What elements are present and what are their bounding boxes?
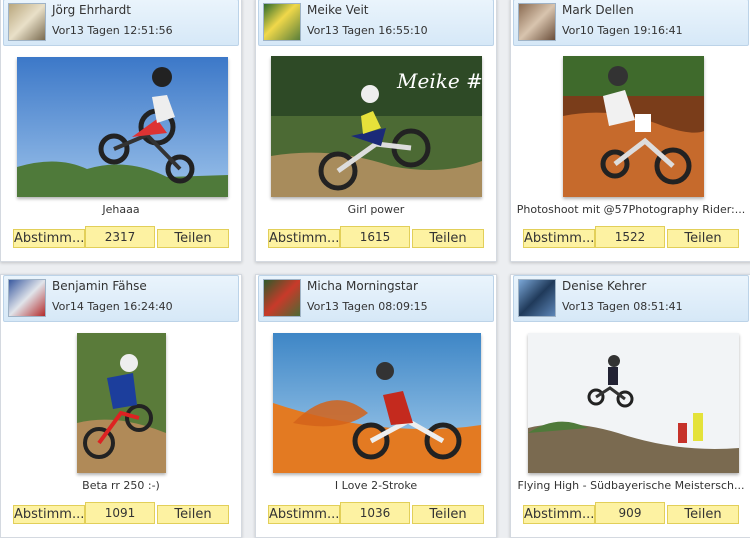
share-button[interactable]: Teilen [157,229,229,248]
vote-button[interactable]: Abstimm... [13,229,85,248]
vote-count-value: 1036 [359,506,391,520]
post-caption: Photoshoot mit @57Photography Rider:... [516,203,746,216]
post-photo[interactable] [563,56,704,197]
post-header: Jörg Ehrhardt Vor13 Tagen 12:51:56 [3,0,239,46]
vote-count: 1615 [340,226,410,248]
vote-button[interactable]: Abstimm... [13,505,85,524]
vote-count: 1036 [340,502,410,524]
vote-button[interactable]: Abstimm... [523,505,595,524]
post-card: Jörg Ehrhardt Vor13 Tagen 12:51:56 Jehaa… [0,0,242,262]
post-card: Meike Veit Vor13 Tagen 16:55:10 Meike #9… [255,0,497,262]
post-caption: Jehaaa [102,203,140,216]
share-button[interactable]: Teilen [667,505,739,524]
vote-count-value: 909 [618,506,642,520]
vote-button[interactable]: Abstimm... [523,229,595,248]
post-card: Mark Dellen Vor10 Tagen 19:16:41 Photosh… [510,0,750,262]
avatar[interactable] [8,279,46,317]
avatar[interactable] [518,3,556,41]
post-time: Vor13 Tagen 08:51:41 [562,300,683,313]
author-name[interactable]: Mark Dellen [562,3,634,17]
avatar[interactable] [8,3,46,41]
vote-count: 909 [595,502,665,524]
share-button[interactable]: Teilen [157,505,229,524]
vote-count: 1522 [595,226,665,248]
post-caption: I Love 2-Stroke [334,479,418,492]
author-name[interactable]: Meike Veit [307,3,369,17]
post-photo[interactable] [528,333,739,473]
share-button[interactable]: Teilen [412,229,484,248]
post-header: Benjamin Fähse Vor14 Tagen 16:24:40 [3,275,239,322]
post-card: Benjamin Fähse Vor14 Tagen 16:24:40 Beta… [0,274,242,538]
vote-count: 1091 [85,502,155,524]
author-name[interactable]: Denise Kehrer [562,279,646,293]
post-header: Mark Dellen Vor10 Tagen 19:16:41 [513,0,749,46]
author-name[interactable]: Jörg Ehrhardt [52,3,131,17]
post-header: Meike Veit Vor13 Tagen 16:55:10 [258,0,494,46]
avatar[interactable] [263,3,301,41]
post-card: Micha Morningstar Vor13 Tagen 08:09:15 I… [255,274,497,538]
vote-count-value: 2317 [104,230,136,244]
photo-watermark: Meike #93 [396,69,482,93]
post-photo[interactable] [17,57,228,197]
post-caption: Flying High - Südbayerische Meistersch..… [517,479,745,492]
vote-count-value: 1522 [614,230,646,244]
share-button[interactable]: Teilen [667,229,739,248]
post-photo[interactable] [273,333,481,473]
post-header: Denise Kehrer Vor13 Tagen 08:51:41 [513,275,749,322]
post-caption: Girl power [347,203,405,216]
author-name[interactable]: Micha Morningstar [307,279,418,293]
post-time: Vor13 Tagen 08:09:15 [307,300,428,313]
vote-button[interactable]: Abstimm... [268,229,340,248]
vote-button[interactable]: Abstimm... [268,505,340,524]
post-time: Vor14 Tagen 16:24:40 [52,300,173,313]
avatar[interactable] [518,279,556,317]
avatar[interactable] [263,279,301,317]
vote-count-value: 1615 [359,230,391,244]
post-time: Vor13 Tagen 16:55:10 [307,24,428,37]
post-time: Vor13 Tagen 12:51:56 [52,24,173,37]
post-photo[interactable] [77,333,166,473]
share-button[interactable]: Teilen [412,505,484,524]
post-header: Micha Morningstar Vor13 Tagen 08:09:15 [258,275,494,322]
post-photo[interactable]: Meike #93 [271,56,482,197]
post-time: Vor10 Tagen 19:16:41 [562,24,683,37]
author-name[interactable]: Benjamin Fähse [52,279,147,293]
post-card: Denise Kehrer Vor13 Tagen 08:51:41 Flyin… [510,274,750,538]
vote-count-value: 1091 [104,506,136,520]
vote-count: 2317 [85,226,155,248]
post-caption: Beta rr 250 :-) [82,479,160,492]
